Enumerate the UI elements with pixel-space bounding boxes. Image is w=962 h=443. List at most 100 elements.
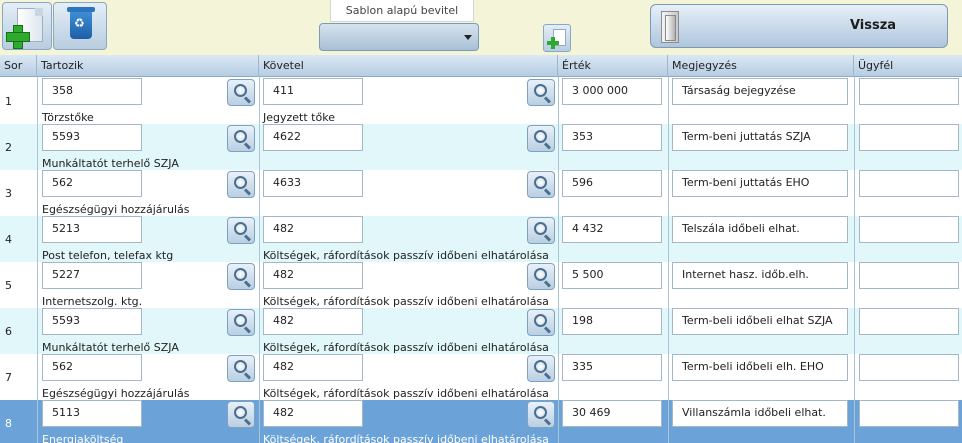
magnifier-handle-icon [543, 96, 552, 104]
magnifier-icon [534, 360, 547, 373]
tartozik-account-input[interactable]: 5113 [42, 400, 142, 427]
tartozik-account-input[interactable]: 562 [42, 170, 142, 197]
client-input[interactable] [859, 124, 959, 151]
kovetel-search-button[interactable] [527, 309, 555, 336]
tartozik-account-input[interactable]: 358 [42, 78, 142, 105]
magnifier-handle-icon [243, 188, 252, 196]
tartozik-search-button[interactable] [227, 171, 255, 198]
column-header-ugyfel[interactable]: Ügyfél [854, 55, 962, 77]
table-row[interactable]: 5 5227 Internetszolg. ktg. 482 Költségek, rá… [0, 262, 962, 308]
client-input[interactable] [859, 170, 959, 197]
row-number: 5 [5, 279, 12, 292]
client-input[interactable] [859, 354, 959, 381]
magnifier-handle-icon [243, 280, 252, 288]
column-divider [668, 77, 669, 443]
row-number: 8 [5, 417, 12, 430]
note-input[interactable]: Term-beni juttatás EHO [672, 170, 848, 197]
tartozik-account-input[interactable]: 5227 [42, 262, 142, 289]
tartozik-account-name: Munkáltatót terhelő SZJA [42, 157, 179, 170]
value-input[interactable]: 353 [562, 124, 662, 151]
table-row[interactable]: 7 562 Egészségügyi hozzájárulás 482 Költsége… [0, 354, 962, 400]
magnifier-handle-icon [543, 188, 552, 196]
tartozik-account-name: Egészségügyi hozzájárulás [42, 387, 190, 400]
note-input[interactable]: Internet hasz. időb.elh. [672, 262, 848, 289]
value-input[interactable]: 3 000 000 [562, 78, 662, 105]
template-entry-label: Sablon alapú bevitel [330, 0, 474, 22]
value-input[interactable]: 596 [562, 170, 662, 197]
magnifier-handle-icon [543, 418, 552, 426]
add-icon [547, 37, 559, 49]
kovetel-account-input[interactable]: 4633 [263, 170, 363, 197]
kovetel-account-name: Költségek, ráfordítások passzív időbeni … [263, 341, 549, 354]
magnifier-handle-icon [243, 372, 252, 380]
magnifier-icon [534, 268, 547, 281]
kovetel-account-input[interactable]: 411 [263, 78, 363, 105]
tartozik-search-button[interactable] [227, 79, 255, 106]
client-input[interactable] [859, 308, 959, 335]
tartozik-account-input[interactable]: 5593 [42, 308, 142, 335]
column-header-tartozik[interactable]: Tartozik [37, 55, 259, 77]
recycle-bin-button[interactable]: ♻ [53, 2, 107, 50]
magnifier-handle-icon [543, 234, 552, 242]
tartozik-search-button[interactable] [227, 263, 255, 290]
tartozik-search-button[interactable] [227, 309, 255, 336]
client-input[interactable] [859, 262, 959, 289]
table-row[interactable]: 4 5213 Post telefon, telefax ktg 482 Költség… [0, 216, 962, 262]
tartozik-account-input[interactable]: 5593 [42, 124, 142, 151]
client-input[interactable] [859, 78, 959, 105]
note-input[interactable]: Term-beli időbeli elhat SZJA [672, 308, 848, 335]
column-divider [854, 77, 855, 443]
table-row[interactable]: 3 562 Egészségügyi hozzájárulás 4633 596 Term… [0, 170, 962, 216]
magnifier-icon [234, 176, 247, 189]
table-row[interactable]: 2 5593 Munkáltatót terhelő SZJA 4622 353 Term… [0, 124, 962, 170]
note-input[interactable]: Term-beni juttatás SZJA [672, 124, 848, 151]
value-input[interactable]: 5 500 [562, 262, 662, 289]
tartozik-search-button[interactable] [227, 355, 255, 382]
kovetel-search-button[interactable] [527, 125, 555, 152]
value-input[interactable]: 335 [562, 354, 662, 381]
kovetel-search-button[interactable] [527, 263, 555, 290]
table-row[interactable]: 1 358 Törzstőke 411 Jegyzett tőke 3 000 000 Tá… [0, 78, 962, 124]
kovetel-search-button[interactable] [527, 355, 555, 382]
magnifier-icon [234, 84, 247, 97]
tartozik-account-input[interactable]: 562 [42, 354, 142, 381]
client-input[interactable] [859, 216, 959, 243]
kovetel-search-button[interactable] [527, 401, 555, 428]
note-input[interactable]: Telszála időbeli elhat. [672, 216, 848, 243]
table-row[interactable]: 6 5593 Munkáltatót terhelő SZJA 482 Költsége… [0, 308, 962, 354]
kovetel-account-input[interactable]: 482 [263, 308, 363, 335]
tartozik-search-button[interactable] [227, 125, 255, 152]
kovetel-search-button[interactable] [527, 79, 555, 106]
kovetel-search-button[interactable] [527, 171, 555, 198]
kovetel-search-button[interactable] [527, 217, 555, 244]
kovetel-account-input[interactable]: 482 [263, 262, 363, 289]
new-document-button[interactable] [2, 2, 52, 50]
value-input[interactable]: 198 [562, 308, 662, 335]
table-row[interactable]: 8 5113 Energiaköltség 482 Költségek, ráfordí… [0, 400, 962, 443]
template-select[interactable] [319, 23, 479, 51]
kovetel-account-input[interactable]: 4622 [263, 124, 363, 151]
column-header-sor[interactable]: Sor [0, 55, 37, 77]
column-header-kovetel[interactable]: Követel [259, 55, 558, 77]
note-input[interactable]: Term-beli időbeli elh. EHO [672, 354, 848, 381]
column-header-ertek[interactable]: Érték [558, 55, 668, 77]
back-button[interactable]: Vissza [650, 4, 948, 48]
value-input[interactable]: 30 469 [562, 400, 662, 427]
kovetel-account-input[interactable]: 482 [263, 216, 363, 243]
value-input[interactable]: 4 432 [562, 216, 662, 243]
magnifier-handle-icon [243, 418, 252, 426]
tartozik-search-button[interactable] [227, 401, 255, 428]
tartozik-account-input[interactable]: 5213 [42, 216, 142, 243]
magnifier-icon [534, 176, 547, 189]
add-from-template-button[interactable] [543, 24, 571, 52]
note-input[interactable]: Villanszámla időbeli elhat. [672, 400, 848, 427]
tartozik-search-button[interactable] [227, 217, 255, 244]
kovetel-account-name: Jegyzett tőke [263, 111, 335, 124]
note-input[interactable]: Társaság bejegyzése [672, 78, 848, 105]
client-input[interactable] [859, 400, 959, 427]
kovetel-account-input[interactable]: 482 [263, 400, 363, 427]
column-header-megjegyzes[interactable]: Megjegyzés [668, 55, 854, 77]
tartozik-account-name: Post telefon, telefax ktg [42, 249, 174, 262]
magnifier-handle-icon [543, 142, 552, 150]
kovetel-account-input[interactable]: 482 [263, 354, 363, 381]
